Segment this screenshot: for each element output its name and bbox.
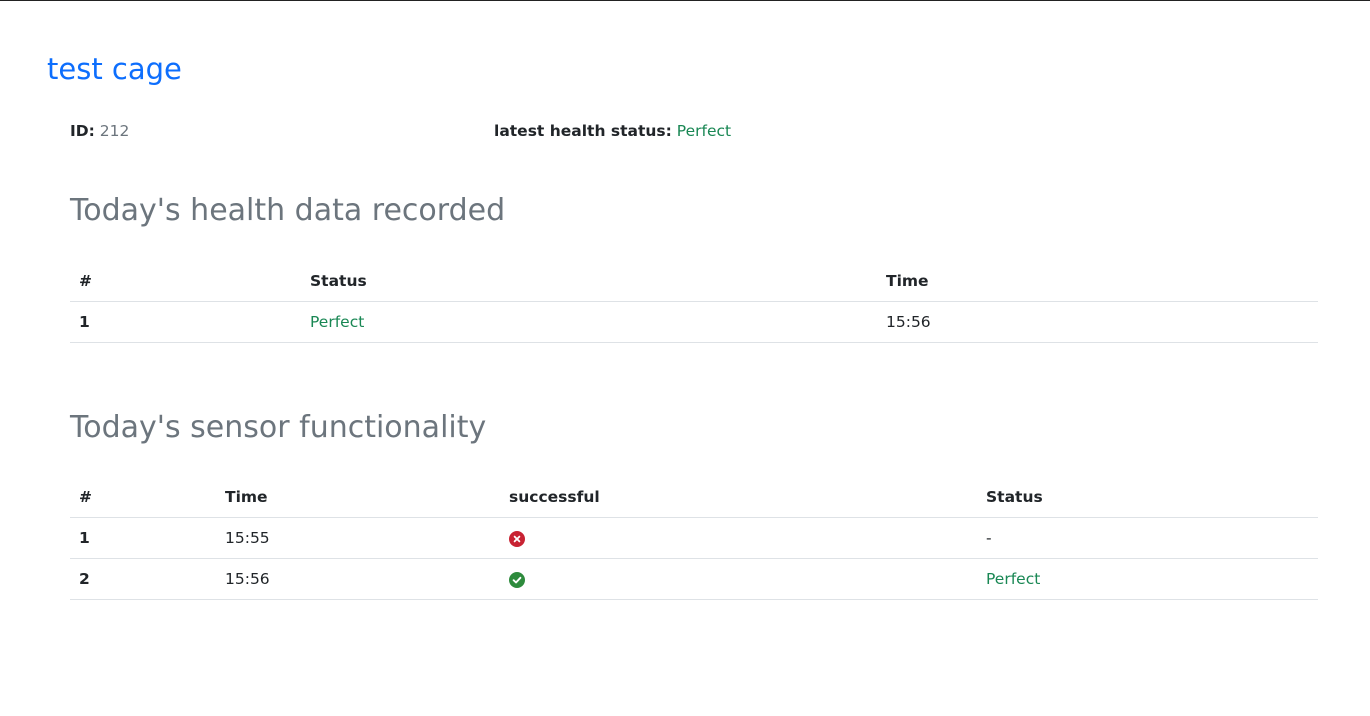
health-status-cell: Perfect <box>301 301 877 343</box>
sensor-status-cell: Perfect <box>977 558 1318 600</box>
health-data-table: # Status Time 1 Perfect 15:56 <box>70 261 1318 343</box>
sensor-status-cell: - <box>977 517 1318 559</box>
cage-id-value: 212 <box>99 122 130 140</box>
latest-health-status-label: latest health status: <box>494 122 672 140</box>
sensor-col-status: Status <box>977 477 1318 518</box>
row-number: 2 <box>70 558 216 600</box>
health-section-title: Today's health data recorded <box>70 193 506 228</box>
sensor-functionality-table: # Time successful Status 1 15:55 - 2 15:… <box>70 477 1318 600</box>
row-number: 1 <box>70 301 301 343</box>
table-row: 1 Perfect 15:56 <box>70 301 1318 343</box>
top-border <box>0 0 1370 1</box>
time-cell: 15:55 <box>216 517 500 559</box>
sensor-section-title: Today's sensor functionality <box>70 410 487 445</box>
successful-cell <box>500 558 977 600</box>
successful-cell <box>500 517 977 559</box>
check-circle-icon <box>509 571 525 588</box>
health-col-time: Time <box>877 261 1318 302</box>
time-cell: 15:56 <box>216 558 500 600</box>
table-row: 2 15:56 Perfect <box>70 558 1318 600</box>
sensor-col-time: Time <box>216 477 500 518</box>
health-col-status: Status <box>301 261 877 302</box>
cage-id-label: ID: <box>70 122 95 140</box>
sensor-table-header-row: # Time successful Status <box>70 477 1318 518</box>
sensor-col-num: # <box>70 477 216 518</box>
latest-health-status: latest health status: Perfect <box>494 120 731 142</box>
latest-health-status-value: Perfect <box>676 122 732 140</box>
table-row: 1 15:55 - <box>70 517 1318 559</box>
health-table-header-row: # Status Time <box>70 261 1318 302</box>
cage-title-link[interactable]: test cage <box>47 49 182 89</box>
row-number: 1 <box>70 517 216 559</box>
cage-id: ID: 212 <box>70 120 129 142</box>
time-cell: 15:56 <box>877 301 1318 343</box>
sensor-col-successful: successful <box>500 477 977 518</box>
x-circle-icon <box>509 530 525 547</box>
cage-info-row: ID: 212 latest health status: Perfect <box>70 120 1318 142</box>
health-col-num: # <box>70 261 301 302</box>
